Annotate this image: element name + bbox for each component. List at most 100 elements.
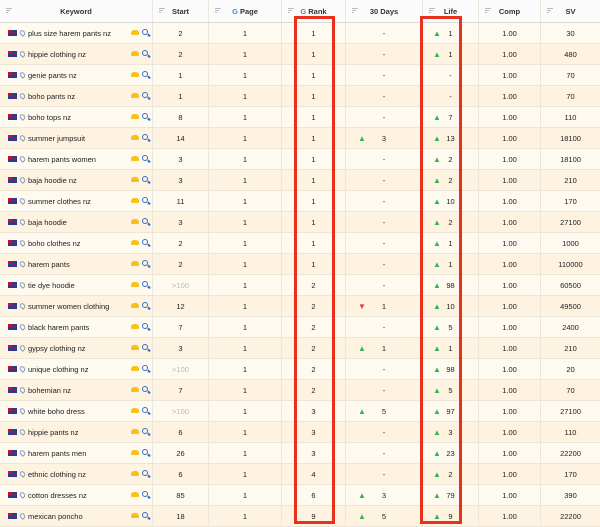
life-column-highlight [420, 16, 462, 524]
keyword-text: baja hoodie [28, 217, 67, 227]
cloud-icon[interactable] [131, 113, 139, 119]
search-icon[interactable] [142, 428, 148, 434]
search-icon[interactable] [142, 218, 148, 224]
keyword-cell: tie dye hoodie [0, 275, 153, 295]
search-icon[interactable] [142, 323, 148, 329]
search-icon[interactable] [142, 344, 148, 350]
start-cell: 7 [153, 317, 209, 337]
cloud-icon[interactable] [131, 218, 139, 224]
cloud-icon[interactable] [131, 386, 139, 392]
location-pin-icon[interactable] [18, 29, 27, 37]
location-pin-icon[interactable] [18, 407, 27, 415]
search-icon[interactable] [142, 134, 148, 140]
location-pin-icon[interactable] [18, 512, 27, 520]
cloud-icon[interactable] [131, 449, 139, 455]
search-icon[interactable] [142, 302, 148, 308]
location-pin-icon[interactable] [18, 428, 27, 436]
location-pin-icon[interactable] [18, 218, 27, 226]
cloud-icon[interactable] [131, 197, 139, 203]
location-pin-icon[interactable] [18, 197, 27, 205]
comp-cell: 1.00 [479, 107, 541, 127]
start-cell: 3 [153, 170, 209, 190]
days30-cell: - [346, 380, 423, 400]
search-icon[interactable] [142, 92, 148, 98]
nz-flag-icon [8, 282, 17, 288]
location-pin-icon[interactable] [18, 176, 27, 184]
search-icon[interactable] [142, 491, 148, 497]
col-page-header[interactable]: G Page [209, 0, 282, 22]
search-icon[interactable] [142, 281, 148, 287]
search-icon[interactable] [142, 155, 148, 161]
search-icon[interactable] [142, 470, 148, 476]
cloud-icon[interactable] [131, 134, 139, 140]
cloud-icon[interactable] [131, 155, 139, 161]
cloud-icon[interactable] [131, 281, 139, 287]
page-cell: 1 [209, 317, 282, 337]
col-keyword-header[interactable]: Keyword [0, 0, 153, 22]
days30-cell: - [346, 149, 423, 169]
cloud-icon[interactable] [131, 92, 139, 98]
cloud-icon[interactable] [131, 29, 139, 35]
sv-cell: 30 [566, 28, 575, 38]
cloud-icon[interactable] [131, 323, 139, 329]
location-pin-icon[interactable] [18, 113, 27, 121]
keyword-text: bohemian nz [28, 385, 71, 395]
location-pin-icon[interactable] [18, 302, 27, 310]
cloud-icon[interactable] [131, 239, 139, 245]
days30-value: - [382, 238, 386, 248]
col-sv-header[interactable]: SV [541, 0, 600, 22]
cloud-icon[interactable] [131, 260, 139, 266]
nz-flag-icon [8, 51, 17, 57]
cloud-icon[interactable] [131, 491, 139, 497]
location-pin-icon[interactable] [18, 71, 27, 79]
location-pin-icon[interactable] [18, 281, 27, 289]
days30-value: 5 [381, 406, 387, 416]
location-pin-icon[interactable] [18, 491, 27, 499]
cloud-icon[interactable] [131, 344, 139, 350]
location-pin-icon[interactable] [18, 386, 27, 394]
location-pin-icon[interactable] [18, 260, 27, 268]
cloud-icon[interactable] [131, 176, 139, 182]
search-icon[interactable] [142, 512, 148, 518]
cloud-icon[interactable] [131, 365, 139, 371]
cloud-icon[interactable] [131, 428, 139, 434]
cloud-icon[interactable] [131, 470, 139, 476]
cloud-icon[interactable] [131, 407, 139, 413]
col-comp-header[interactable]: Comp [479, 0, 541, 22]
location-pin-icon[interactable] [18, 134, 27, 142]
location-pin-icon[interactable] [18, 365, 27, 373]
col-start-header[interactable]: Start [153, 0, 209, 22]
location-pin-icon[interactable] [18, 470, 27, 478]
col-30days-header[interactable]: 30 Days [346, 0, 423, 22]
cloud-icon[interactable] [131, 302, 139, 308]
search-icon[interactable] [142, 113, 148, 119]
page-cell: 1 [209, 443, 282, 463]
search-icon[interactable] [142, 50, 148, 56]
cloud-icon[interactable] [131, 71, 139, 77]
nz-flag-icon [8, 366, 17, 372]
location-pin-icon[interactable] [18, 239, 27, 247]
search-icon[interactable] [142, 71, 148, 77]
cloud-icon[interactable] [131, 512, 139, 518]
nz-flag-icon [8, 429, 17, 435]
search-icon[interactable] [142, 449, 148, 455]
location-pin-icon[interactable] [18, 344, 27, 352]
location-pin-icon[interactable] [18, 155, 27, 163]
search-icon[interactable] [142, 407, 148, 413]
trend-up-icon: ▲ [358, 343, 366, 353]
cloud-icon[interactable] [131, 50, 139, 56]
search-icon[interactable] [142, 239, 148, 245]
location-pin-icon[interactable] [18, 92, 27, 100]
search-icon[interactable] [142, 176, 148, 182]
location-pin-icon[interactable] [18, 323, 27, 331]
search-icon[interactable] [142, 386, 148, 392]
page-cell: 1 [209, 338, 282, 358]
location-pin-icon[interactable] [18, 449, 27, 457]
search-icon[interactable] [142, 197, 148, 203]
search-icon[interactable] [142, 29, 148, 35]
page-cell: 1 [209, 191, 282, 211]
search-icon[interactable] [142, 260, 148, 266]
search-icon[interactable] [142, 365, 148, 371]
comp-cell: 1.00 [479, 422, 541, 442]
location-pin-icon[interactable] [18, 50, 27, 58]
